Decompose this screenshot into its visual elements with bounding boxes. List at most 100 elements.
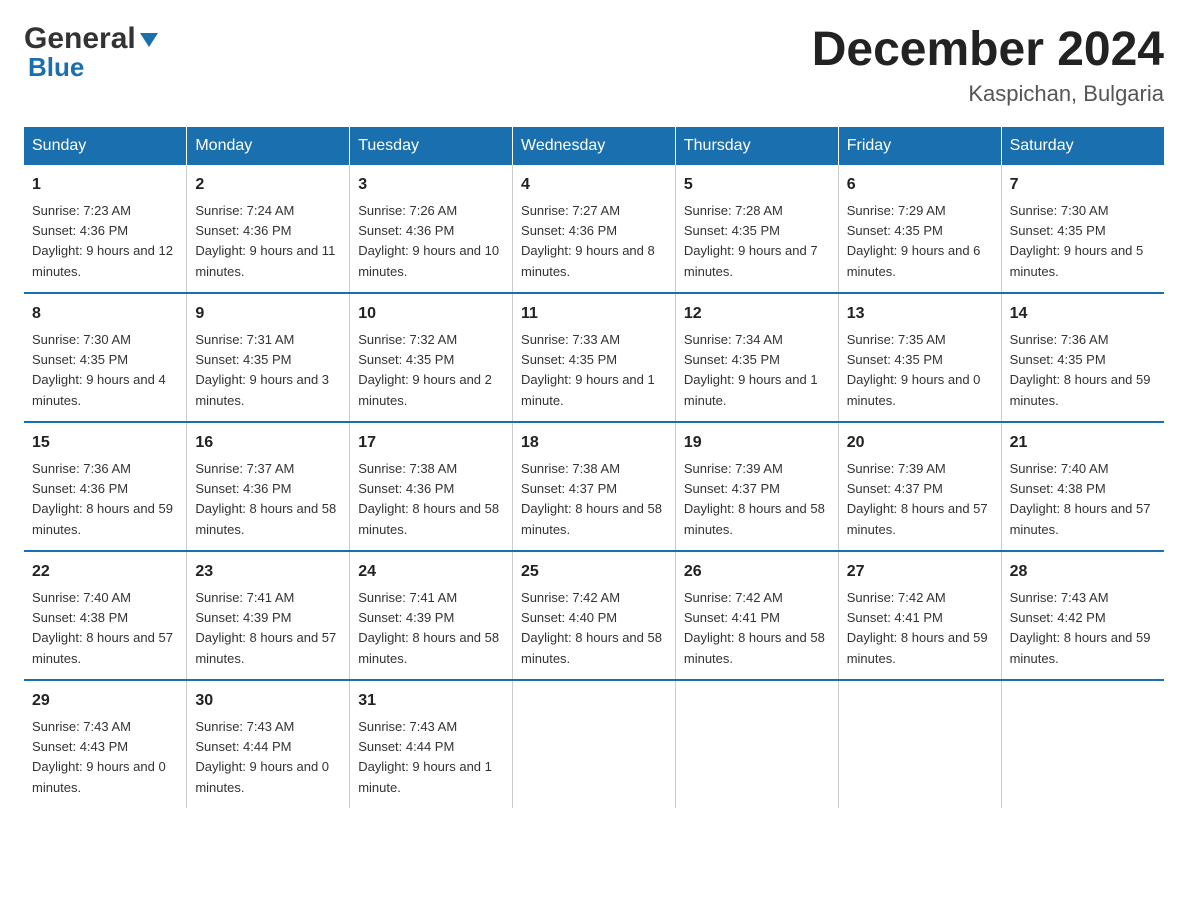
calendar-cell: [1001, 680, 1164, 808]
calendar-header-row: SundayMondayTuesdayWednesdayThursdayFrid…: [24, 127, 1164, 165]
page-header: General Blue December 2024 Kaspichan, Bu…: [24, 24, 1164, 107]
calendar-cell: 17 Sunrise: 7:38 AMSunset: 4:36 PMDaylig…: [350, 422, 513, 551]
day-info: Sunrise: 7:38 AMSunset: 4:37 PMDaylight:…: [521, 461, 662, 537]
day-number: 24: [358, 560, 504, 584]
calendar-day-header: Saturday: [1001, 127, 1164, 165]
calendar-cell: 9 Sunrise: 7:31 AMSunset: 4:35 PMDayligh…: [187, 293, 350, 422]
day-number: 8: [32, 302, 178, 326]
day-number: 31: [358, 689, 504, 713]
day-info: Sunrise: 7:38 AMSunset: 4:36 PMDaylight:…: [358, 461, 499, 537]
calendar-cell: 22 Sunrise: 7:40 AMSunset: 4:38 PMDaylig…: [24, 551, 187, 680]
calendar-week-row: 15 Sunrise: 7:36 AMSunset: 4:36 PMDaylig…: [24, 422, 1164, 551]
calendar-cell: 19 Sunrise: 7:39 AMSunset: 4:37 PMDaylig…: [675, 422, 838, 551]
calendar-cell: 10 Sunrise: 7:32 AMSunset: 4:35 PMDaylig…: [350, 293, 513, 422]
subtitle: Kaspichan, Bulgaria: [812, 81, 1164, 107]
day-number: 23: [195, 560, 341, 584]
calendar-cell: [838, 680, 1001, 808]
day-number: 20: [847, 431, 993, 455]
calendar-cell: 26 Sunrise: 7:42 AMSunset: 4:41 PMDaylig…: [675, 551, 838, 680]
calendar-cell: 31 Sunrise: 7:43 AMSunset: 4:44 PMDaylig…: [350, 680, 513, 808]
logo-general-text: General: [24, 24, 136, 54]
calendar-day-header: Friday: [838, 127, 1001, 165]
calendar-cell: 5 Sunrise: 7:28 AMSunset: 4:35 PMDayligh…: [675, 165, 838, 293]
day-info: Sunrise: 7:37 AMSunset: 4:36 PMDaylight:…: [195, 461, 336, 537]
day-number: 15: [32, 431, 178, 455]
day-number: 6: [847, 173, 993, 197]
calendar-cell: 12 Sunrise: 7:34 AMSunset: 4:35 PMDaylig…: [675, 293, 838, 422]
calendar-cell: 30 Sunrise: 7:43 AMSunset: 4:44 PMDaylig…: [187, 680, 350, 808]
calendar-table: SundayMondayTuesdayWednesdayThursdayFrid…: [24, 127, 1164, 808]
logo-arrow-icon: [138, 29, 160, 51]
calendar-cell: 3 Sunrise: 7:26 AMSunset: 4:36 PMDayligh…: [350, 165, 513, 293]
calendar-cell: 4 Sunrise: 7:27 AMSunset: 4:36 PMDayligh…: [513, 165, 676, 293]
calendar-cell: 18 Sunrise: 7:38 AMSunset: 4:37 PMDaylig…: [513, 422, 676, 551]
day-info: Sunrise: 7:42 AMSunset: 4:41 PMDaylight:…: [684, 590, 825, 666]
day-number: 27: [847, 560, 993, 584]
day-info: Sunrise: 7:43 AMSunset: 4:43 PMDaylight:…: [32, 719, 166, 795]
day-number: 10: [358, 302, 504, 326]
calendar-cell: 14 Sunrise: 7:36 AMSunset: 4:35 PMDaylig…: [1001, 293, 1164, 422]
day-number: 13: [847, 302, 993, 326]
day-info: Sunrise: 7:43 AMSunset: 4:42 PMDaylight:…: [1010, 590, 1151, 666]
day-info: Sunrise: 7:24 AMSunset: 4:36 PMDaylight:…: [195, 203, 335, 279]
calendar-cell: 15 Sunrise: 7:36 AMSunset: 4:36 PMDaylig…: [24, 422, 187, 551]
day-number: 30: [195, 689, 341, 713]
day-info: Sunrise: 7:30 AMSunset: 4:35 PMDaylight:…: [1010, 203, 1144, 279]
calendar-week-row: 8 Sunrise: 7:30 AMSunset: 4:35 PMDayligh…: [24, 293, 1164, 422]
calendar-cell: 6 Sunrise: 7:29 AMSunset: 4:35 PMDayligh…: [838, 165, 1001, 293]
logo-blue-text: Blue: [28, 54, 160, 80]
calendar-cell: 27 Sunrise: 7:42 AMSunset: 4:41 PMDaylig…: [838, 551, 1001, 680]
day-number: 9: [195, 302, 341, 326]
day-number: 2: [195, 173, 341, 197]
day-info: Sunrise: 7:31 AMSunset: 4:35 PMDaylight:…: [195, 332, 329, 408]
day-info: Sunrise: 7:39 AMSunset: 4:37 PMDaylight:…: [684, 461, 825, 537]
calendar-week-row: 1 Sunrise: 7:23 AMSunset: 4:36 PMDayligh…: [24, 165, 1164, 293]
day-number: 19: [684, 431, 830, 455]
day-number: 29: [32, 689, 178, 713]
day-number: 17: [358, 431, 504, 455]
day-number: 16: [195, 431, 341, 455]
day-number: 7: [1010, 173, 1156, 197]
day-info: Sunrise: 7:36 AMSunset: 4:36 PMDaylight:…: [32, 461, 173, 537]
day-info: Sunrise: 7:40 AMSunset: 4:38 PMDaylight:…: [1010, 461, 1151, 537]
day-info: Sunrise: 7:39 AMSunset: 4:37 PMDaylight:…: [847, 461, 988, 537]
day-info: Sunrise: 7:28 AMSunset: 4:35 PMDaylight:…: [684, 203, 818, 279]
day-info: Sunrise: 7:41 AMSunset: 4:39 PMDaylight:…: [358, 590, 499, 666]
calendar-cell: 21 Sunrise: 7:40 AMSunset: 4:38 PMDaylig…: [1001, 422, 1164, 551]
day-number: 11: [521, 302, 667, 326]
day-number: 5: [684, 173, 830, 197]
main-title: December 2024: [812, 24, 1164, 77]
day-info: Sunrise: 7:42 AMSunset: 4:40 PMDaylight:…: [521, 590, 662, 666]
calendar-cell: 20 Sunrise: 7:39 AMSunset: 4:37 PMDaylig…: [838, 422, 1001, 551]
day-info: Sunrise: 7:29 AMSunset: 4:35 PMDaylight:…: [847, 203, 981, 279]
calendar-cell: 28 Sunrise: 7:43 AMSunset: 4:42 PMDaylig…: [1001, 551, 1164, 680]
day-info: Sunrise: 7:42 AMSunset: 4:41 PMDaylight:…: [847, 590, 988, 666]
calendar-cell: 7 Sunrise: 7:30 AMSunset: 4:35 PMDayligh…: [1001, 165, 1164, 293]
day-number: 26: [684, 560, 830, 584]
calendar-cell: [675, 680, 838, 808]
calendar-day-header: Wednesday: [513, 127, 676, 165]
day-info: Sunrise: 7:41 AMSunset: 4:39 PMDaylight:…: [195, 590, 336, 666]
day-number: 28: [1010, 560, 1156, 584]
day-number: 21: [1010, 431, 1156, 455]
title-block: December 2024 Kaspichan, Bulgaria: [812, 24, 1164, 107]
calendar-day-header: Monday: [187, 127, 350, 165]
day-info: Sunrise: 7:40 AMSunset: 4:38 PMDaylight:…: [32, 590, 173, 666]
day-info: Sunrise: 7:33 AMSunset: 4:35 PMDaylight:…: [521, 332, 655, 408]
calendar-cell: 8 Sunrise: 7:30 AMSunset: 4:35 PMDayligh…: [24, 293, 187, 422]
day-info: Sunrise: 7:36 AMSunset: 4:35 PMDaylight:…: [1010, 332, 1151, 408]
day-number: 18: [521, 431, 667, 455]
calendar-day-header: Tuesday: [350, 127, 513, 165]
day-info: Sunrise: 7:35 AMSunset: 4:35 PMDaylight:…: [847, 332, 981, 408]
day-info: Sunrise: 7:23 AMSunset: 4:36 PMDaylight:…: [32, 203, 173, 279]
calendar-cell: 2 Sunrise: 7:24 AMSunset: 4:36 PMDayligh…: [187, 165, 350, 293]
day-number: 3: [358, 173, 504, 197]
day-number: 12: [684, 302, 830, 326]
calendar-cell: 11 Sunrise: 7:33 AMSunset: 4:35 PMDaylig…: [513, 293, 676, 422]
day-info: Sunrise: 7:27 AMSunset: 4:36 PMDaylight:…: [521, 203, 655, 279]
calendar-week-row: 22 Sunrise: 7:40 AMSunset: 4:38 PMDaylig…: [24, 551, 1164, 680]
calendar-day-header: Thursday: [675, 127, 838, 165]
day-info: Sunrise: 7:26 AMSunset: 4:36 PMDaylight:…: [358, 203, 499, 279]
day-info: Sunrise: 7:32 AMSunset: 4:35 PMDaylight:…: [358, 332, 492, 408]
calendar-week-row: 29 Sunrise: 7:43 AMSunset: 4:43 PMDaylig…: [24, 680, 1164, 808]
